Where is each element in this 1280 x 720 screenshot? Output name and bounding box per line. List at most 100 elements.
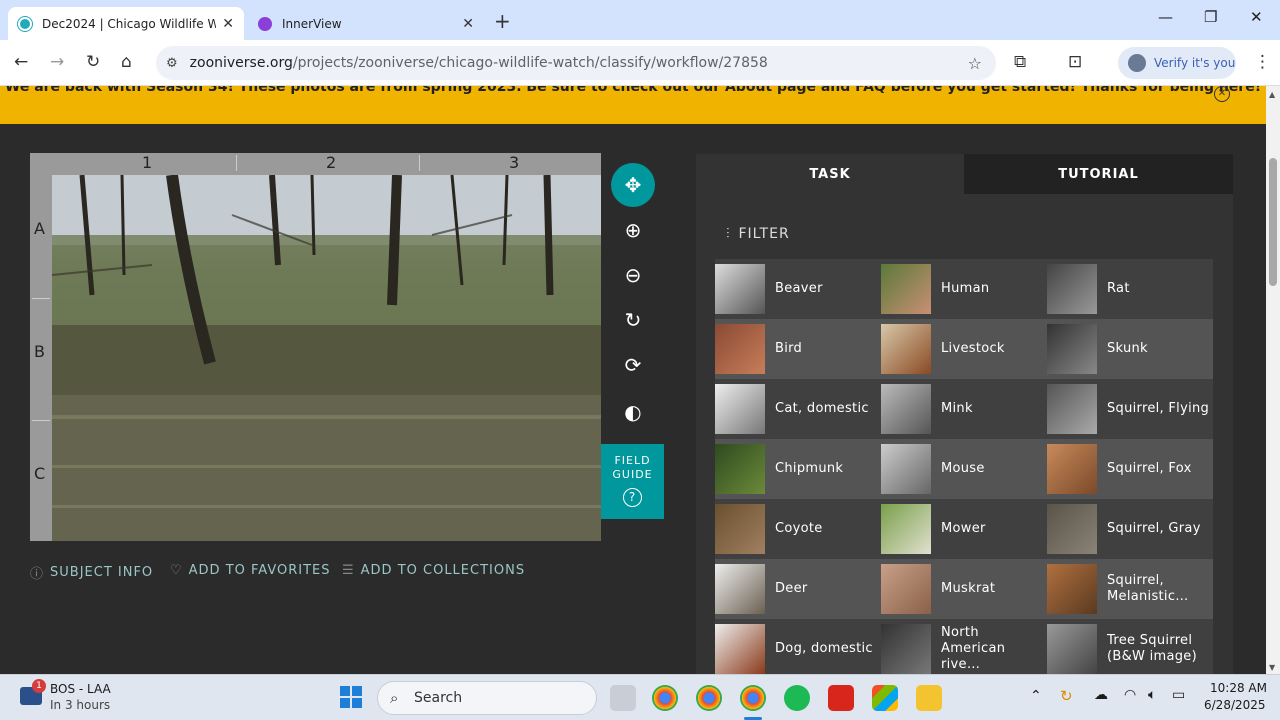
windows-start-icon[interactable] [340, 686, 362, 708]
zoom-in-icon[interactable]: ⊕ [611, 208, 655, 252]
announcement-banner: We are back with Season 34! These photos… [0, 86, 1266, 124]
task-panel: TASK TUTORIAL ⫶ FILTER Beaver Human Rat B… [696, 154, 1233, 679]
move-icon[interactable]: ✥ [611, 163, 655, 207]
grid-row-label: C [34, 464, 46, 483]
sync-icon[interactable]: ↻ [1060, 687, 1073, 705]
search-label: Search [414, 690, 463, 706]
choice-squirrel-gray[interactable]: Squirrel, Gray [1047, 499, 1213, 559]
task-view-icon[interactable] [610, 685, 636, 711]
dog-thumbnail [715, 624, 765, 674]
choice-chipmunk[interactable]: Chipmunk [715, 439, 881, 499]
tab-tutorial[interactable]: TUTORIAL [964, 154, 1233, 194]
bookmark-star-icon[interactable]: ☆ [968, 54, 982, 73]
field-guide-label: GUIDE [612, 468, 653, 481]
choice-mouse[interactable]: Mouse [881, 439, 1047, 499]
collections-label: ADD TO COLLECTIONS [360, 563, 526, 578]
scroll-down-icon[interactable]: ▼ [1269, 663, 1275, 672]
choice-mink[interactable]: Mink [881, 379, 1047, 439]
camera-trap-photo[interactable] [52, 175, 601, 541]
menu-icon[interactable]: ⋮ [1254, 52, 1271, 72]
species-choice-grid: Beaver Human Rat Bird Livestock Skunk Ca… [715, 259, 1213, 679]
browser-tab-innerview[interactable]: InnerView ✕ [248, 7, 484, 40]
microsoft-store-icon[interactable] [872, 685, 898, 711]
choice-rat[interactable]: Rat [1047, 259, 1213, 319]
coyote-thumbnail [715, 504, 765, 554]
tab-search-icon[interactable]: ⊡ [1068, 52, 1082, 72]
spotify-icon[interactable] [784, 685, 810, 711]
choice-deer[interactable]: Deer [715, 559, 881, 619]
verify-profile-button[interactable]: Verify it's you [1118, 47, 1236, 79]
choice-livestock[interactable]: Livestock [881, 319, 1047, 379]
choice-skunk[interactable]: Skunk [1047, 319, 1213, 379]
home-icon[interactable]: ⌂ [121, 52, 132, 72]
choice-squirrel-flying[interactable]: Squirrel, Flying [1047, 379, 1213, 439]
invert-icon[interactable]: ◐ [611, 390, 655, 434]
zoom-out-icon[interactable]: ⊖ [611, 253, 655, 297]
choice-tree-squirrel-bw[interactable]: Tree Squirrel (B&W image) [1047, 619, 1213, 679]
choice-muskrat[interactable]: Muskrat [881, 559, 1047, 619]
choice-squirrel-fox[interactable]: Squirrel, Fox [1047, 439, 1213, 499]
browser-tab-zooniverse[interactable]: Dec2024 | Chicago Wildlife Wat ✕ [8, 7, 244, 40]
back-icon[interactable]: ← [14, 52, 28, 72]
close-tab-icon[interactable]: ✕ [222, 16, 234, 32]
choice-dog-domestic[interactable]: Dog, domestic [715, 619, 881, 679]
volume-icon[interactable]: 🔈︎ [1148, 687, 1156, 703]
acrobat-icon[interactable] [828, 685, 854, 711]
banner-close-icon[interactable]: ✕ [1214, 86, 1230, 102]
subject-info-link[interactable]: ⓘ SUBJECT INFO [30, 563, 153, 582]
scroll-up-icon[interactable]: ▲ [1269, 90, 1275, 99]
filter-button[interactable]: ⫶ FILTER [726, 226, 790, 242]
battery-icon[interactable]: ▭ [1172, 687, 1185, 703]
choice-row: Deer Muskrat Squirrel, Melanistic… [715, 559, 1213, 619]
gray-squirrel-thumbnail [1047, 504, 1097, 554]
grid-row-label: B [34, 342, 45, 361]
tab-task[interactable]: TASK [696, 154, 964, 194]
chrome-icon[interactable] [652, 685, 678, 711]
weather-subtitle: In 3 hours [50, 698, 111, 712]
rotate-icon[interactable]: ↻ [611, 298, 655, 342]
choice-river-otter[interactable]: North American rive… [881, 619, 1047, 679]
choice-mower[interactable]: Mower [881, 499, 1047, 559]
choice-cat-domestic[interactable]: Cat, domestic [715, 379, 881, 439]
clock-time[interactable]: 10:28 AM [1210, 681, 1267, 695]
grid-row-label: A [34, 219, 45, 238]
flying-squirrel-thumbnail [1047, 384, 1097, 434]
choice-beaver[interactable]: Beaver [715, 259, 881, 319]
scrollbar-thumb[interactable] [1269, 158, 1277, 286]
grid-column-label: 3 [509, 153, 520, 172]
extensions-icon[interactable]: ⧉ [1014, 52, 1026, 72]
reset-icon[interactable]: ⟳ [611, 343, 655, 387]
field-guide-button[interactable]: FIELD GUIDE ? [601, 444, 664, 519]
reload-icon[interactable]: ↻ [86, 52, 100, 72]
close-tab-icon[interactable]: ✕ [462, 16, 474, 32]
site-info-icon[interactable]: ⚙ [166, 56, 178, 71]
url-host: zooniverse.org [189, 55, 293, 71]
close-window-icon[interactable]: ✕ [1250, 8, 1263, 26]
banner-text: We are back with Season 34! These photos… [4, 86, 1262, 95]
browser-toolbar: ← → ↻ ⌂ ⚙ zooniverse.org/projects/zooniv… [0, 40, 1280, 86]
cloud-icon[interactable]: ☁ [1094, 687, 1108, 703]
grid-column-label: 2 [326, 153, 337, 172]
subject-viewer[interactable]: 1 2 3 A B C [30, 153, 601, 541]
taskbar-search[interactable]: ⌕ Search [377, 681, 597, 715]
add-to-collections-link[interactable]: ☰ ADD TO COLLECTIONS [342, 563, 525, 578]
chevron-up-icon[interactable]: ⌃ [1030, 688, 1042, 704]
forward-icon[interactable]: → [50, 52, 64, 72]
verify-label: Verify it's you [1154, 56, 1236, 70]
chrome-icon[interactable] [696, 685, 722, 711]
weather-title[interactable]: BOS - LAA [50, 682, 111, 696]
choice-human[interactable]: Human [881, 259, 1047, 319]
choice-bird[interactable]: Bird [715, 319, 881, 379]
page-scrollbar[interactable]: ▲ ▼ [1266, 86, 1280, 674]
choice-coyote[interactable]: Coyote [715, 499, 881, 559]
browser-tab-strip: Dec2024 | Chicago Wildlife Wat ✕ InnerVi… [0, 0, 1280, 40]
wifi-icon[interactable]: ◠ [1124, 687, 1136, 703]
new-tab-button[interactable]: + [494, 9, 511, 33]
add-to-favorites-link[interactable]: ♡ ADD TO FAVORITES [170, 563, 331, 578]
minimize-icon[interactable]: — [1158, 8, 1173, 26]
restore-icon[interactable]: ❐ [1204, 8, 1217, 26]
chrome-icon[interactable] [740, 685, 766, 711]
file-explorer-icon[interactable] [916, 685, 942, 711]
choice-squirrel-melanistic[interactable]: Squirrel, Melanistic… [1047, 559, 1213, 619]
address-bar[interactable]: ⚙ zooniverse.org/projects/zooniverse/chi… [156, 46, 996, 80]
